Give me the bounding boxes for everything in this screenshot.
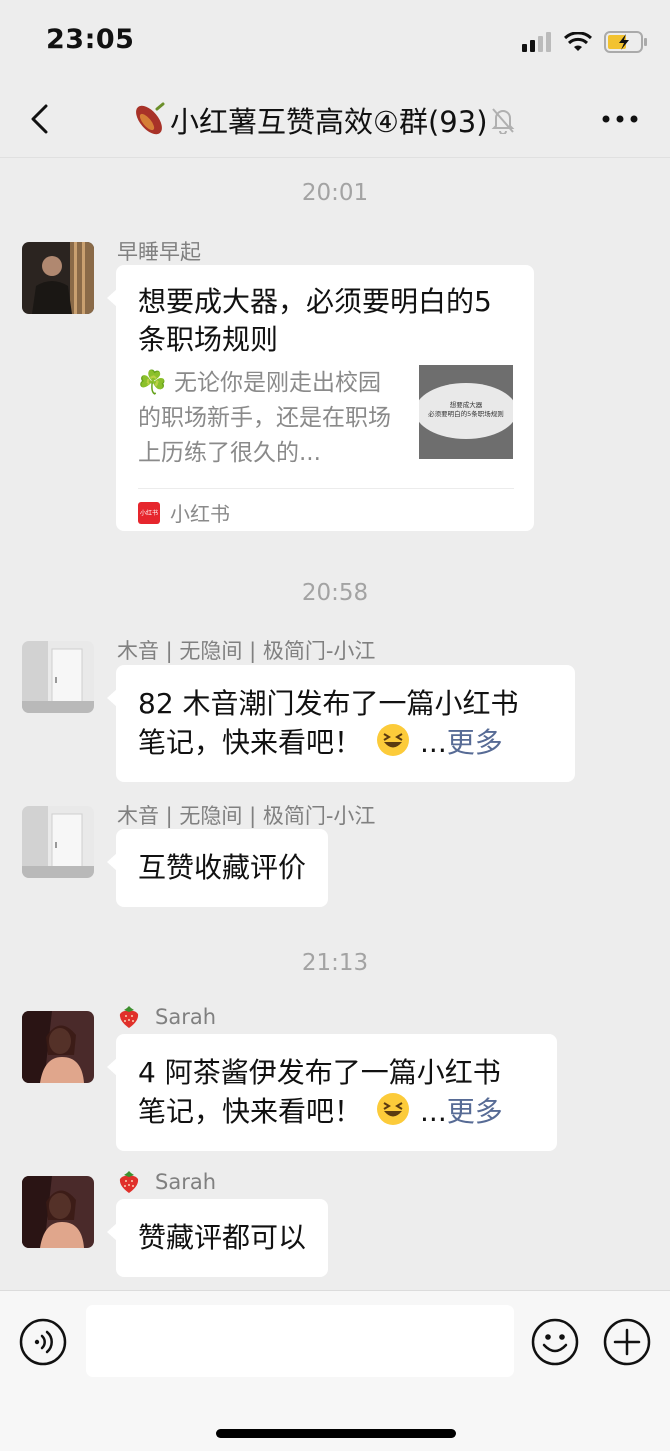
battery-charging-icon	[604, 31, 647, 53]
card-description: ☘️ 无论你是刚走出校园的职场新手，还是在职场上历练了很久的...	[138, 370, 391, 466]
status-bar: 23:05	[0, 0, 670, 80]
message-text-line-1: 4 阿茶酱伊发布了一篇小红书	[138, 1056, 501, 1089]
sender-name: Sarah	[117, 1170, 216, 1194]
sender-name-text: 木音 | 无隐间 | 极简门-小江	[117, 804, 376, 828]
avatar[interactable]	[22, 242, 94, 314]
sender-name-text: Sarah	[155, 1170, 217, 1194]
home-indicator	[216, 1429, 456, 1438]
message-text: 互赞收藏评价	[138, 851, 307, 884]
timestamp: 21:13	[301, 950, 369, 976]
message-text: 赞藏评都可以	[138, 1221, 307, 1254]
avatar[interactable]	[22, 806, 94, 878]
ellipsis: ...	[420, 1095, 447, 1128]
avatar[interactable]	[22, 641, 94, 713]
shared-link-card[interactable]: 想要成大器，必须要明白的5条职场规则 ☘️ 无论你是刚走出校园的职场新手，还是在…	[107, 265, 534, 531]
message-text-line-2: 笔记，快来看吧！ ...更多	[138, 1092, 535, 1131]
card-thumbnail: 想要成大器 必须要明白的5条职场规则	[419, 365, 513, 459]
signal-icon	[522, 32, 551, 52]
sender-name: 木音 | 无隐间 | 极简门-小江	[117, 635, 375, 665]
grinning-squint-emoji	[377, 1093, 410, 1125]
card-source-name: 小红书	[170, 502, 230, 526]
message-input[interactable]	[86, 1305, 514, 1377]
more-link[interactable]: 更多	[447, 726, 503, 759]
plus-icon[interactable]	[602, 1317, 652, 1367]
strawberry-emoji	[119, 1171, 139, 1193]
timestamp: 20:01	[301, 180, 369, 206]
ellipsis: ...	[420, 726, 447, 759]
timestamp: 20:58	[301, 580, 369, 606]
more-dots-icon[interactable]	[600, 107, 640, 131]
emoji-icon[interactable]	[530, 1317, 580, 1367]
xiaohongshu-logo-icon: 小红书	[138, 501, 160, 524]
grinning-squint-emoji	[377, 724, 410, 756]
thumb-line-1: 想要成大器	[449, 401, 483, 409]
chat-title-group: 小红薯互赞高效④群(93)	[130, 98, 516, 142]
sender-name: Sarah	[117, 1005, 216, 1029]
sender-name-text: 木音 | 无隐间 | 极简门-小江	[117, 639, 376, 663]
chat-title: 小红薯互赞高效④群(93)	[170, 105, 488, 139]
message-text-part: 笔记，快来看吧！	[138, 726, 363, 759]
strawberry-emoji	[119, 1006, 139, 1028]
card-source: 小红书 小红书	[138, 498, 230, 527]
avatar[interactable]	[22, 1011, 94, 1083]
sender-name-text: 早睡早起	[117, 240, 201, 264]
input-bar	[0, 1290, 670, 1451]
avatar[interactable]	[22, 1176, 94, 1248]
message-text-part: 笔记，快来看吧！	[138, 1095, 363, 1128]
chevron-left-icon[interactable]	[24, 98, 56, 140]
card-divider	[138, 488, 514, 489]
sender-name-text: Sarah	[155, 1005, 217, 1029]
message-text-line-1: 82 木音潮门发布了一篇小红书	[138, 687, 519, 720]
thumb-line-2: 必须要明白的5条职场规则	[428, 410, 504, 418]
message-text-line-2: 笔记，快来看吧！ ...更多	[138, 723, 553, 762]
bell-off-icon	[491, 108, 514, 134]
wifi-icon	[564, 32, 592, 51]
message-bubble[interactable]: 82 木音潮门发布了一篇小红书 笔记，快来看吧！ ...更多	[107, 665, 575, 782]
sender-name: 木音 | 无隐间 | 极简门-小江	[117, 800, 375, 830]
voice-icon[interactable]	[18, 1317, 68, 1367]
sender-name: 早睡早起	[117, 236, 201, 266]
card-title: 想要成大器，必须要明白的5条职场规则	[138, 285, 492, 356]
sweet-potato-emoji	[136, 102, 165, 135]
status-time: 23:05	[46, 24, 135, 55]
message-bubble[interactable]: 赞藏评都可以	[106, 1199, 329, 1277]
status-icons	[522, 28, 648, 56]
more-link[interactable]: 更多	[447, 1095, 503, 1128]
message-bubble[interactable]: 互赞收藏评价	[106, 829, 329, 907]
nav-bar: 小红薯互赞高效④群(93)	[0, 80, 670, 158]
message-bubble[interactable]: 4 阿茶酱伊发布了一篇小红书 笔记，快来看吧！ ...更多	[107, 1034, 557, 1151]
